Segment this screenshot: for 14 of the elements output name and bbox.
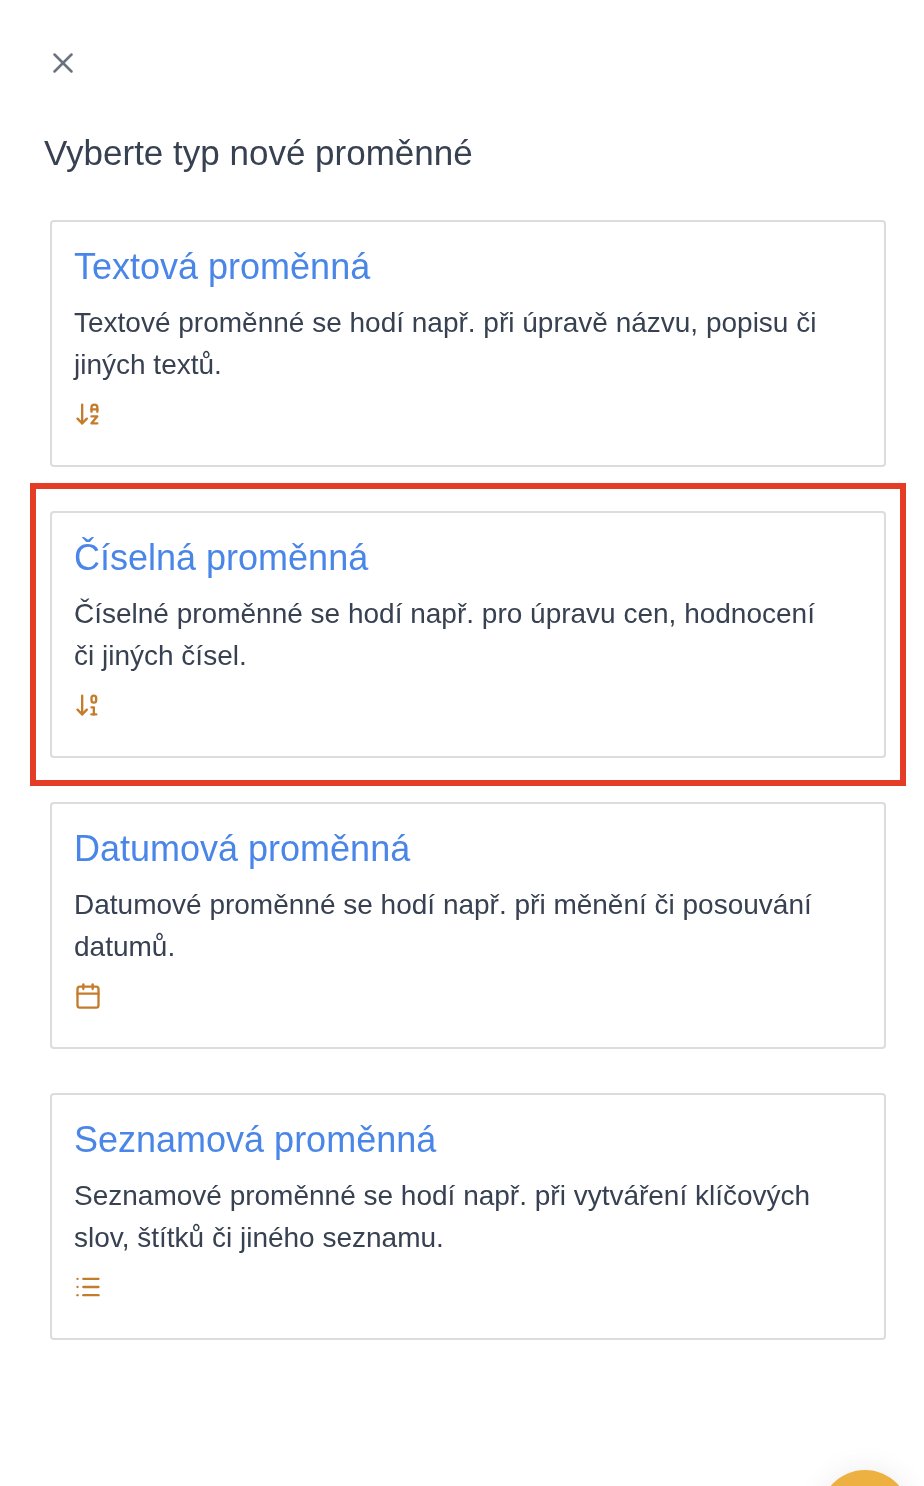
card-title: Číselná proměnná bbox=[74, 535, 370, 580]
card-description: Textové proměnné se hodí např. při úpravě názvu, popisu či jiných textů. bbox=[74, 305, 818, 382]
dialog-title: Vyberte typ nové proměnné bbox=[44, 132, 474, 174]
calendar-icon bbox=[74, 981, 102, 1010]
card-description: Datumové proměnné se hodí např. při měnění či posouvání datumů. bbox=[74, 887, 813, 964]
card-description: Seznamové proměnné se hodí např. při vytváření klíčových slov, štítků či jiného seznamu. bbox=[74, 1178, 812, 1255]
card-description: Číselné proměnné se hodí např. pro úpravu cen, hodnocení či jiných čísel. bbox=[74, 596, 816, 673]
variable-type-card[interactable]: Číselná proměnná Číselné proměnné se hodí např. pro úpravu cen, hodnocení či jiných čísel. bbox=[50, 510, 886, 758]
variable-type-card[interactable]: Seznamová proměnná Seznamové proměnné se hodí např. při vytváření klíčových slov, štítků či jiného seznamu. bbox=[50, 1092, 886, 1340]
card-title: Textová proměnná bbox=[74, 244, 372, 289]
card-title: Datumová proměnná bbox=[74, 826, 412, 871]
card-title: Seznamová proměnná bbox=[74, 1117, 438, 1162]
variable-type-card[interactable]: Textová proměnná Textové proměnné se hodí např. při úpravě názvu, popisu či jiných textů. bbox=[50, 219, 886, 467]
variable-type-card[interactable]: Datumová proměnná Datumové proměnné se hodí např. při měnění či posouvání datumů. bbox=[50, 801, 886, 1049]
